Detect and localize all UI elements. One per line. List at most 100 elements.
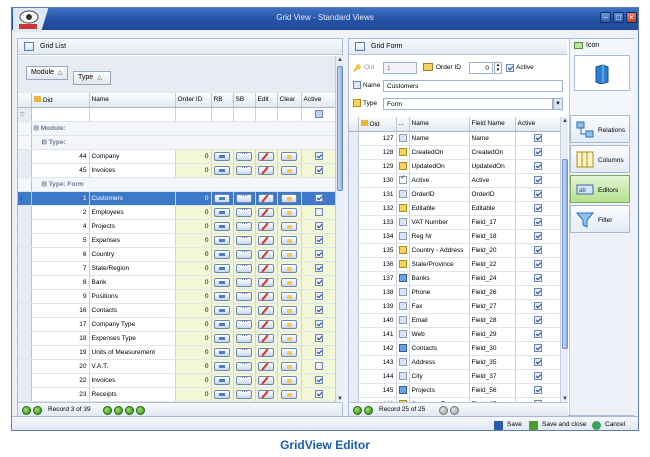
nav-next-button[interactable]: [103, 406, 112, 415]
fieldname-cell[interactable]: Field_35: [469, 355, 516, 370]
orderid-cell[interactable]: 0: [175, 317, 212, 332]
name-cell[interactable]: Expenses: [89, 233, 176, 248]
orderid-cell[interactable]: 0: [175, 387, 212, 402]
table-row[interactable]: 134 Reg Nr Field_18: [349, 229, 561, 244]
name-cell[interactable]: Country: [89, 247, 176, 262]
edit-button[interactable]: [258, 361, 274, 371]
table-row[interactable]: 133 VAT Number Field_17: [349, 215, 561, 230]
orderid-field[interactable]: 0: [469, 62, 493, 74]
sb-button[interactable]: [236, 388, 252, 399]
table-row[interactable]: 136 State/Province Field_22: [349, 257, 561, 272]
rb-button[interactable]: [214, 361, 230, 371]
fieldname-cell[interactable]: Field_24: [469, 271, 516, 286]
col-header-sb[interactable]: SB: [233, 93, 256, 108]
table-row[interactable]: › 1 Customers 0: [18, 191, 337, 206]
icon-preview[interactable]: [574, 55, 630, 91]
filter-cell[interactable]: [211, 107, 234, 122]
name-cell[interactable]: Address: [409, 355, 470, 370]
table-row[interactable]: 18 Expenses Type 0: [18, 331, 337, 346]
nav-prev-button[interactable]: [33, 406, 42, 415]
orderid-cell[interactable]: 0: [175, 289, 212, 304]
rb-button[interactable]: [214, 375, 230, 385]
active-checkbox[interactable]: [314, 250, 323, 258]
clear-button[interactable]: [281, 207, 297, 217]
fieldname-cell[interactable]: Field_26: [469, 285, 516, 300]
fieldname-cell[interactable]: Field_28: [469, 313, 516, 328]
name-cell[interactable]: Email: [409, 313, 470, 328]
table-row[interactable]: 128 CreatedOn CreatedOn: [349, 145, 561, 160]
clear-button[interactable]: [281, 305, 297, 315]
col-header-clear[interactable]: Clear: [277, 93, 302, 108]
table-row[interactable]: 139 Fax Field_27: [349, 299, 561, 314]
rb-button[interactable]: [214, 151, 230, 161]
group-row[interactable]: ⊟ Module:: [18, 121, 337, 136]
table-row[interactable]: 142 Contacts Field_30: [349, 341, 561, 356]
table-row[interactable]: 17 Company Type 0: [18, 317, 337, 332]
filter-cell[interactable]: [31, 107, 90, 122]
columns-scrollbar[interactable]: ▲ ▼: [560, 117, 568, 403]
name-cell[interactable]: Country - Address: [409, 243, 470, 258]
sb-button[interactable]: [236, 234, 252, 245]
save-button[interactable]: Save: [507, 421, 522, 428]
name-cell[interactable]: VAT Number: [409, 215, 470, 230]
fieldname-cell[interactable]: Field_20: [469, 243, 516, 258]
table-row[interactable]: 45 Invoices 0: [18, 163, 337, 178]
edit-button[interactable]: [258, 165, 274, 175]
name-field[interactable]: Customers: [383, 80, 563, 92]
collapse-icon[interactable]: ⊟: [42, 139, 49, 146]
orderid-cell[interactable]: 0: [175, 205, 212, 220]
active-checkbox[interactable]: [533, 274, 542, 282]
cancel-button[interactable]: Cancel: [605, 421, 625, 428]
filter-cell[interactable]: [277, 107, 302, 122]
orderid-cell[interactable]: 0: [175, 261, 212, 276]
col-header-name[interactable]: Name: [89, 93, 176, 108]
col-header-rb[interactable]: RB: [211, 93, 234, 108]
nav-first-button[interactable]: [353, 406, 362, 415]
orderid-cell[interactable]: 0: [175, 345, 212, 360]
table-row[interactable]: 140 Email Field_28: [349, 313, 561, 328]
col-header-oid[interactable]: Oid: [358, 117, 397, 132]
fieldname-cell[interactable]: Field_27: [469, 299, 516, 314]
active-checkbox[interactable]: [314, 194, 323, 202]
clear-button[interactable]: [281, 193, 297, 203]
active-checkbox[interactable]: [533, 316, 542, 324]
col-header-active[interactable]: Active: [301, 93, 337, 108]
sb-button[interactable]: [236, 220, 252, 231]
sb-button[interactable]: [236, 360, 252, 371]
col-header-active[interactable]: Active: [515, 117, 561, 132]
orderid-cell[interactable]: 0: [175, 331, 212, 346]
active-checkbox[interactable]: [533, 302, 542, 310]
table-row[interactable]: 132 Editable Editable: [349, 201, 561, 216]
name-cell[interactable]: Name: [409, 131, 470, 146]
table-row[interactable]: 6 Country 0: [18, 247, 337, 262]
name-cell[interactable]: Contacts: [89, 303, 176, 318]
rb-button[interactable]: [214, 207, 230, 217]
fieldname-cell[interactable]: Field_29: [469, 327, 516, 342]
fieldname-cell[interactable]: UpdatedOn: [469, 159, 516, 174]
rb-button[interactable]: [214, 165, 230, 175]
sb-button[interactable]: [236, 318, 252, 329]
sb-button[interactable]: [236, 374, 252, 385]
name-cell[interactable]: Invoices: [89, 163, 176, 178]
orderid-cell[interactable]: 0: [175, 191, 212, 206]
active-checkbox[interactable]: [533, 190, 542, 198]
clear-button[interactable]: [281, 277, 297, 287]
active-checkbox[interactable]: [533, 162, 542, 170]
name-cell[interactable]: CreatedOn: [409, 145, 470, 160]
type-dropdown-icon[interactable]: ▾: [553, 98, 563, 110]
edit-button[interactable]: [258, 347, 274, 357]
sb-button[interactable]: [236, 332, 252, 343]
fieldname-cell[interactable]: CreatedOn: [469, 145, 516, 160]
name-cell[interactable]: Company Type: [89, 317, 176, 332]
edit-button[interactable]: [258, 221, 274, 231]
save-close-button[interactable]: Save and close: [542, 421, 586, 428]
type-select[interactable]: Form: [383, 98, 553, 110]
sb-button[interactable]: [236, 164, 252, 175]
active-checkbox[interactable]: [533, 232, 542, 240]
table-row[interactable]: 9 Positions 0: [18, 289, 337, 304]
name-cell[interactable]: City: [409, 369, 470, 384]
collapse-icon[interactable]: ⊟: [42, 181, 49, 188]
sb-button[interactable]: [236, 346, 252, 357]
active-checkbox[interactable]: [314, 390, 323, 398]
filter-checkbox[interactable]: [314, 110, 323, 118]
